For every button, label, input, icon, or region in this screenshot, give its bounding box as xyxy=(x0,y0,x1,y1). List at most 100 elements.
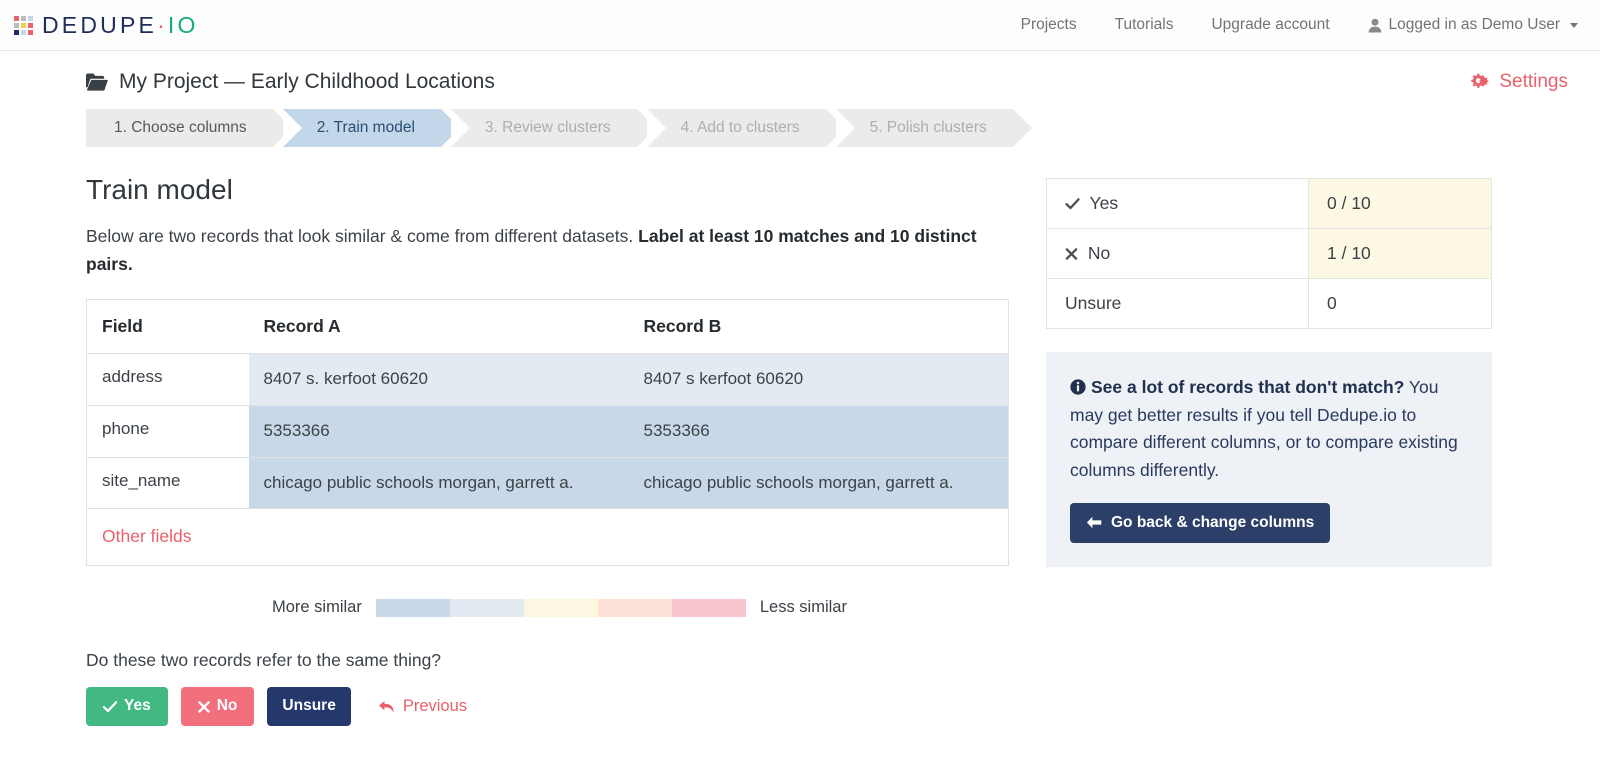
user-menu[interactable]: Logged in as Demo User xyxy=(1349,16,1578,34)
other-fields-cell: Other fields xyxy=(87,509,1009,566)
brand-wordmark: DEDUPE·IO xyxy=(42,12,199,39)
brand-separator: · xyxy=(157,11,168,38)
user-menu-label: Logged in as Demo User xyxy=(1388,16,1560,33)
undo-arrow-icon xyxy=(378,700,394,713)
stat-label-text: No xyxy=(1087,243,1111,263)
check-icon xyxy=(1065,198,1080,210)
stat-label-unsure: Unsure xyxy=(1046,278,1309,329)
breadcrumb: My Project — Early Childhood Locations xyxy=(86,70,495,94)
stat-row-no: No 1 / 10 xyxy=(1046,228,1492,279)
page-body: My Project — Early Childhood Locations S… xyxy=(0,51,1600,726)
right-sidebar: Yes 0 / 10 No 1 / 10 Unsure 0 See a lot … xyxy=(1046,147,1492,567)
step-label: 1. Choose columns xyxy=(114,119,247,136)
yes-button[interactable]: Yes xyxy=(86,687,168,726)
user-icon xyxy=(1368,18,1381,32)
brand-name-part2: IO xyxy=(167,11,199,38)
other-fields-link[interactable]: Other fields xyxy=(102,526,191,546)
nav-link-projects[interactable]: Projects xyxy=(1002,16,1096,34)
project-header-row: My Project — Early Childhood Locations S… xyxy=(0,51,1600,94)
unsure-button[interactable]: Unsure xyxy=(267,687,351,726)
times-icon xyxy=(197,700,210,713)
cell-field-name: phone xyxy=(86,405,249,458)
nav-link-upgrade-account[interactable]: Upgrade account xyxy=(1192,16,1348,34)
nav-links-group: Projects Tutorials Upgrade account Logge… xyxy=(1002,16,1578,34)
yes-button-label: Yes xyxy=(124,697,151,715)
step-add-to-clusters[interactable]: 4. Add to clusters xyxy=(646,109,845,147)
table-header-row: Field Record A Record B xyxy=(86,299,1009,355)
stat-value-no: 1 / 10 xyxy=(1308,228,1492,279)
table-row: phone 5353366 5353366 xyxy=(86,405,1009,458)
settings-link[interactable]: Settings xyxy=(1470,71,1568,93)
table-row-other-fields: Other fields xyxy=(87,509,1009,566)
table-row: site_name chicago public schools morgan,… xyxy=(86,457,1009,510)
info-panel: See a lot of records that don't match? Y… xyxy=(1046,352,1492,567)
stat-label-text: Unsure xyxy=(1065,293,1122,313)
record-comparison-table: Field Record A Record B address 8407 s. … xyxy=(86,299,1009,567)
step-label: 4. Add to clusters xyxy=(680,119,800,136)
dot-grid-icon xyxy=(14,15,33,35)
cell-record-b: 5353366 xyxy=(628,405,1009,458)
step-label: 2. Train model xyxy=(316,119,415,136)
step-label: 5. Polish clusters xyxy=(869,119,987,136)
legend-label-more-similar: More similar xyxy=(272,598,362,617)
info-circle-icon xyxy=(1070,379,1086,395)
no-button-label: No xyxy=(216,697,238,715)
legend-swatch-4 xyxy=(597,598,672,617)
legend-swatch-2 xyxy=(449,598,524,617)
step-train-model[interactable]: 2. Train model xyxy=(282,109,461,147)
top-navbar: DEDUPE·IO Projects Tutorials Upgrade acc… xyxy=(0,0,1600,51)
step-review-clusters[interactable]: 3. Review clusters xyxy=(450,109,656,147)
check-icon xyxy=(103,700,117,712)
step-polish-clusters[interactable]: 5. Polish clusters xyxy=(835,109,1032,147)
cell-record-a: chicago public schools morgan, garrett a… xyxy=(248,457,629,510)
instructions-normal: Below are two records that look similar … xyxy=(86,226,639,246)
label-progress-table: Yes 0 / 10 No 1 / 10 Unsure 0 xyxy=(1046,178,1492,329)
previous-link[interactable]: Previous xyxy=(378,697,467,716)
no-button[interactable]: No xyxy=(180,687,255,726)
legend-label-less-similar: Less similar xyxy=(759,598,847,617)
main-content: Train model Below are two records that l… xyxy=(0,147,1600,726)
stat-row-unsure: Unsure 0 xyxy=(1046,278,1492,329)
stat-value-yes: 0 / 10 xyxy=(1308,178,1492,229)
stat-row-yes: Yes 0 / 10 xyxy=(1046,178,1492,229)
cell-record-b: chicago public schools morgan, garrett a… xyxy=(628,457,1009,510)
project-title: My Project — Early Childhood Locations xyxy=(119,70,495,93)
info-panel-bold: See a lot of records that don't match? xyxy=(1091,377,1405,397)
cell-field-name: address xyxy=(86,353,249,406)
info-panel-text: See a lot of records that don't match? Y… xyxy=(1070,374,1468,485)
match-question: Do these two records refer to the same t… xyxy=(86,650,442,671)
gears-icon xyxy=(1471,73,1489,88)
left-column: Train model Below are two records that l… xyxy=(86,147,1009,726)
go-back-change-columns-button[interactable]: Go back & change columns xyxy=(1070,502,1331,543)
table-row: address 8407 s. kerfoot 60620 8407 s ker… xyxy=(86,353,1009,406)
previous-link-label: Previous xyxy=(402,697,468,715)
match-answer-buttons: Yes No Unsure Previous xyxy=(86,687,1008,726)
stat-label-yes: Yes xyxy=(1046,178,1309,229)
stat-label-text: Yes xyxy=(1089,193,1119,213)
chevron-down-icon xyxy=(1570,22,1578,28)
step-label: 3. Review clusters xyxy=(484,119,611,136)
folder-open-icon xyxy=(86,73,108,91)
legend-swatch-3 xyxy=(523,598,598,617)
cell-record-a: 8407 s. kerfoot 60620 xyxy=(248,353,629,406)
wizard-stepper: 1. Choose columns 2. Train model 3. Revi… xyxy=(86,109,1600,147)
legend-gradient-bar xyxy=(375,598,746,617)
brand-logo[interactable]: DEDUPE·IO xyxy=(14,12,199,39)
go-back-button-label: Go back & change columns xyxy=(1111,513,1315,531)
header-field: Field xyxy=(86,299,249,355)
legend-swatch-5 xyxy=(671,598,746,617)
similarity-legend: More similar Less similar xyxy=(86,598,1008,617)
times-icon xyxy=(1065,248,1078,260)
stat-value-unsure: 0 xyxy=(1327,293,1337,313)
brand-name-part1: DEDUPE xyxy=(42,11,158,38)
nav-link-tutorials[interactable]: Tutorials xyxy=(1096,16,1193,34)
header-record-a: Record A xyxy=(248,299,629,355)
settings-label: Settings xyxy=(1499,71,1568,92)
stat-label-no: No xyxy=(1046,228,1309,279)
instructions-text: Below are two records that look similar … xyxy=(86,223,986,278)
header-record-b: Record B xyxy=(628,299,1009,355)
cell-record-a: 5353366 xyxy=(248,405,629,458)
arrow-left-icon xyxy=(1086,516,1102,529)
legend-swatch-1 xyxy=(375,598,450,617)
step-choose-columns[interactable]: 1. Choose columns xyxy=(86,109,292,147)
